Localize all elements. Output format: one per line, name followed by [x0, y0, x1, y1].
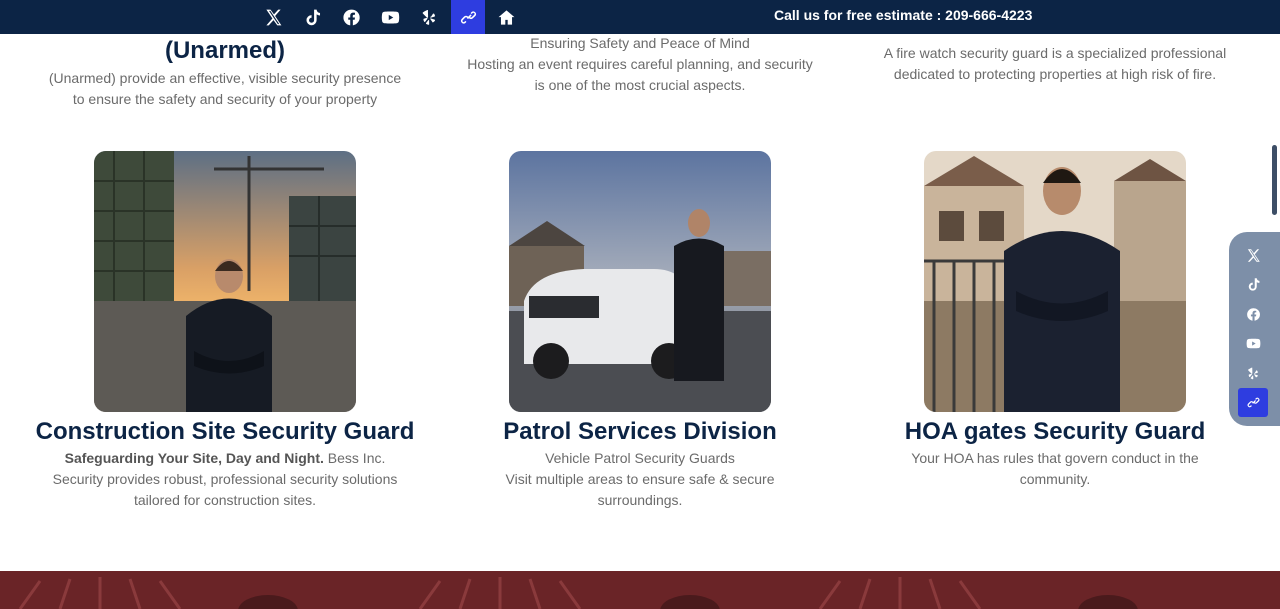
desc-line: tailored for construction sites. — [133, 492, 317, 508]
desc-line: (Unarmed) provide an effective, visible … — [48, 70, 402, 86]
facebook-icon[interactable] — [332, 0, 371, 34]
facebook-icon[interactable] — [1238, 300, 1268, 329]
youtube-icon[interactable] — [371, 0, 410, 34]
youtube-icon[interactable] — [1238, 329, 1268, 358]
scrollbar-thumb[interactable] — [1272, 145, 1277, 215]
x-twitter-icon[interactable] — [1238, 241, 1268, 270]
desc-rest: Bess Inc. — [323, 450, 386, 466]
home-icon[interactable] — [487, 0, 526, 34]
desc-line: Your HOA has rules that govern conduct i… — [911, 450, 1199, 466]
desc-line: Vehicle Patrol Security Guards — [545, 450, 735, 466]
top-bar: Call us for free estimate : 209-666-4223 — [0, 0, 1280, 34]
desc-line: to ensure the safety and security of you… — [72, 91, 378, 107]
link-icon[interactable] — [451, 0, 485, 34]
desc-line: Ensuring Safety and Peace of Mind — [530, 35, 750, 51]
tiktok-icon[interactable] — [293, 0, 332, 34]
link-icon[interactable] — [1238, 388, 1268, 417]
card-title: HOA gates Security Guard — [904, 418, 1206, 445]
desc-line: A fire watch security guard is a special… — [883, 45, 1227, 61]
share-rail — [1229, 232, 1280, 426]
hoa-guard-photo — [924, 151, 1186, 412]
card-construction: Construction Site Security Guard Safegua… — [20, 418, 430, 511]
yelp-icon[interactable] — [1238, 359, 1268, 388]
card-title: Patrol Services Division — [503, 418, 777, 445]
desc-line: surroundings. — [597, 492, 683, 508]
card-hoa: HOA gates Security Guard Your HOA has ru… — [850, 418, 1260, 490]
yelp-icon[interactable] — [410, 0, 449, 34]
call-estimate-link[interactable]: Call us for free estimate : 209-666-4223 — [774, 7, 1032, 23]
desc-line: is one of the most crucial aspects. — [534, 77, 746, 93]
tiktok-icon[interactable] — [1238, 270, 1268, 299]
construction-guard-photo — [94, 151, 356, 412]
patrol-guard-photo — [509, 151, 771, 412]
desc-line: community. — [1019, 471, 1091, 487]
desc-bold: Safeguarding Your Site, Day and Night. — [64, 450, 324, 466]
desc-line: Safeguarding Your Site, Day and Night. B… — [20, 448, 430, 469]
desc-line: Hosting an event requires careful planni… — [467, 56, 813, 72]
desc-line: Visit multiple areas to ensure safe & se… — [505, 471, 775, 487]
next-section-banner — [0, 571, 1280, 609]
card-title-unarmed: (Unarmed) — [164, 37, 285, 64]
card-title: Construction Site Security Guard — [35, 418, 415, 445]
card-patrol: Patrol Services Division Vehicle Patrol … — [435, 418, 845, 511]
desc-line: dedicated to protecting properties at hi… — [893, 66, 1217, 82]
social-icons-bar — [254, 0, 526, 34]
desc-line: Security provides robust, professional s… — [52, 471, 398, 487]
x-twitter-icon[interactable] — [254, 0, 293, 34]
